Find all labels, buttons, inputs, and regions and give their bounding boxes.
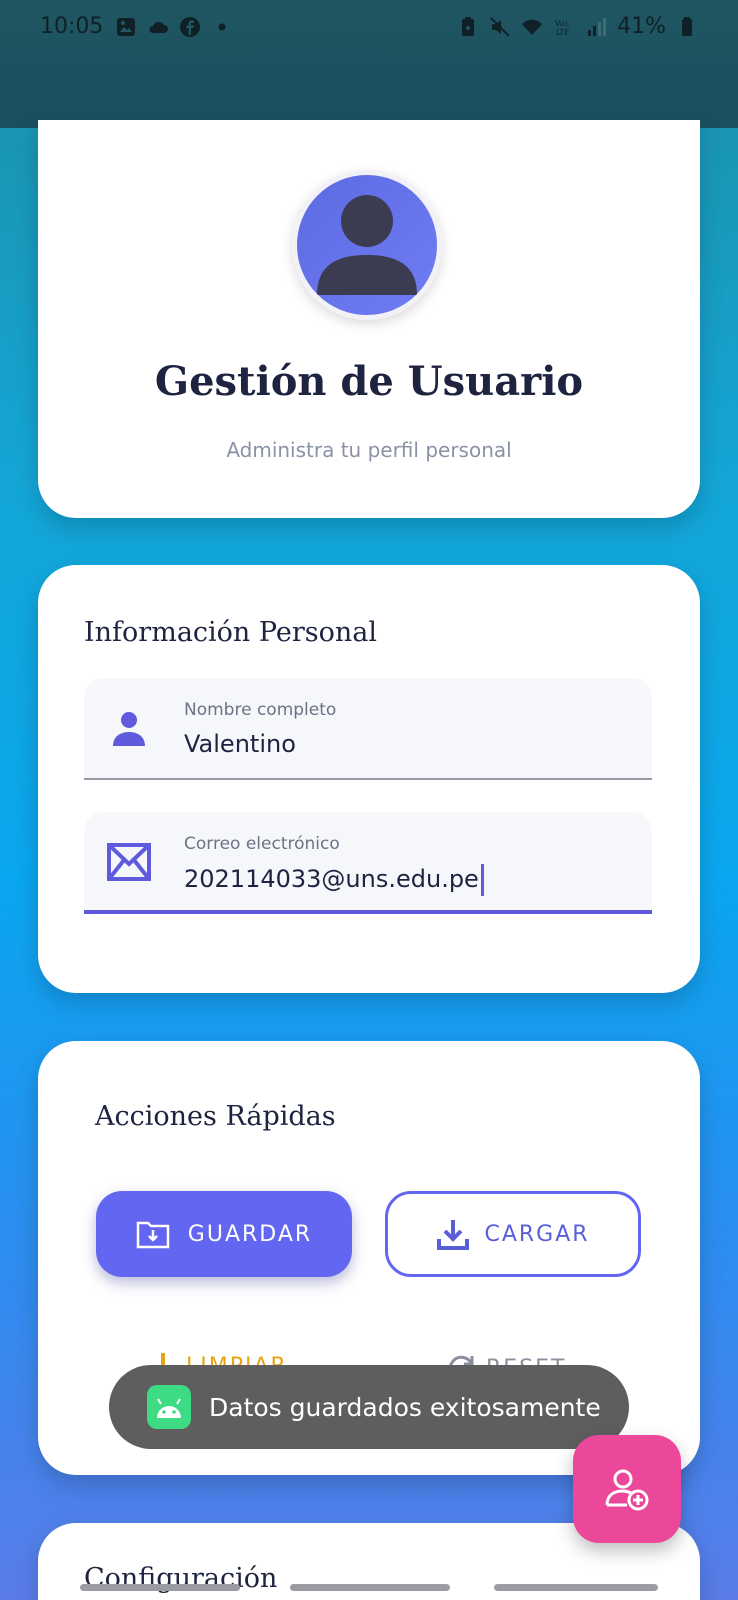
text-caret <box>480 864 484 896</box>
battery-percent: 41% <box>617 14 666 39</box>
nav-home-handle[interactable] <box>290 1584 450 1591</box>
status-time: 10:05 <box>40 14 104 39</box>
page-subtitle: Administra tu perfil personal <box>226 438 512 462</box>
svg-text:Vo): Vo) <box>555 19 568 28</box>
wifi-icon <box>522 19 543 35</box>
avatar[interactable] <box>292 170 442 320</box>
mute-icon <box>490 16 510 37</box>
page-title: Gestión de Usuario <box>154 358 584 405</box>
nav-recents-handle[interactable] <box>80 1584 240 1591</box>
email-field-value[interactable]: 202114033@uns.edu.pe <box>184 865 479 893</box>
signal-icon <box>588 17 607 36</box>
toast-notification: Datos guardados exitosamente <box>109 1365 629 1449</box>
add-user-icon <box>605 1469 649 1511</box>
facebook-icon <box>180 17 200 37</box>
toast-message: Datos guardados exitosamente <box>209 1392 601 1422</box>
status-notification-icons <box>115 16 233 38</box>
dot-icon <box>218 23 226 31</box>
load-button-label: CARGAR <box>484 1221 590 1247</box>
email-field-value-wrap[interactable]: 202114033@uns.edu.pe <box>184 864 484 896</box>
status-bar: 10:05 Vo) LTE 41% <box>0 0 738 128</box>
load-button[interactable]: CARGAR <box>385 1191 641 1277</box>
section-title-personal-info: Información Personal <box>84 617 377 648</box>
save-button[interactable]: GUARDAR <box>96 1191 352 1277</box>
svg-text:LTE: LTE <box>556 28 569 37</box>
email-field-label: Correo electrónico <box>184 834 340 854</box>
battery-saver-icon <box>462 16 475 36</box>
cloud-icon <box>149 21 168 33</box>
nav-back-handle[interactable] <box>494 1584 658 1591</box>
name-field-underline <box>84 778 652 780</box>
name-field-label: Nombre completo <box>184 700 337 720</box>
android-icon <box>147 1385 191 1429</box>
image-icon <box>117 18 135 36</box>
email-field-underline <box>84 910 652 914</box>
name-field[interactable]: Nombre completo Valentino <box>84 678 652 780</box>
person-icon <box>113 712 145 746</box>
envelope-icon <box>107 843 151 881</box>
section-title-quick-actions: Acciones Rápidas <box>95 1101 336 1132</box>
personal-info-card: Información Personal Nombre completo Val… <box>38 565 700 993</box>
battery-icon <box>682 16 692 36</box>
email-field[interactable]: Correo electrónico 202114033@uns.edu.pe <box>84 812 652 914</box>
volte-icon: Vo)LTE <box>555 19 569 37</box>
download-icon <box>437 1220 470 1250</box>
save-button-label: GUARDAR <box>187 1221 313 1247</box>
person-icon <box>317 195 417 295</box>
folder-download-icon <box>136 1221 170 1249</box>
status-system-icons: Vo) LTE 41% <box>457 14 698 39</box>
gesture-nav-bar <box>0 1578 738 1600</box>
profile-header-card: Gestión de Usuario Administra tu perfil … <box>38 120 700 518</box>
add-user-button[interactable] <box>573 1435 681 1543</box>
name-field-value[interactable]: Valentino <box>184 730 296 758</box>
